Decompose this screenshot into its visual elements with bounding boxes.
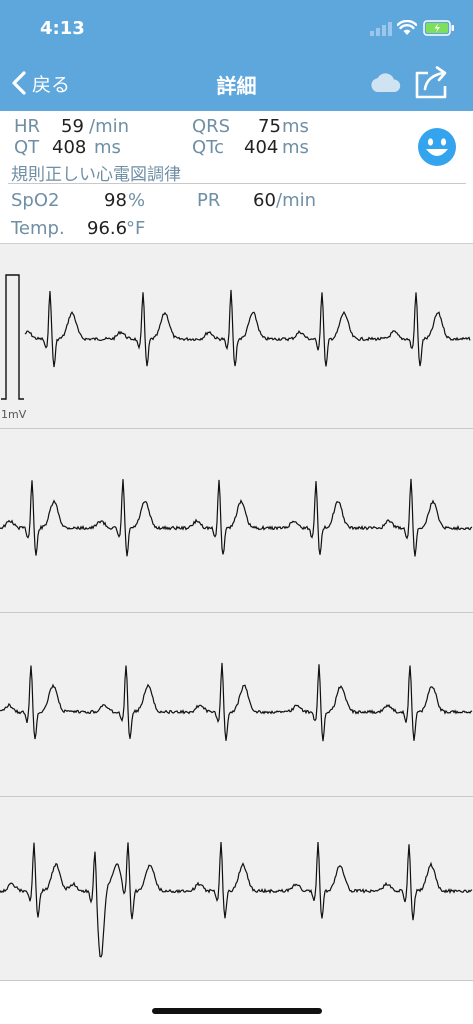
battery-icon (423, 20, 454, 36)
qrs-value: 75 (258, 116, 281, 137)
status-time: 4:13 (40, 18, 85, 39)
ecg-trace (0, 478, 473, 557)
calibration-pulse (1, 274, 24, 400)
home-indicator[interactable] (152, 1008, 322, 1014)
ecg-trace (1, 274, 471, 400)
wifi-icon (397, 20, 417, 35)
calibration-label: 1mV (1, 408, 27, 421)
cloud-icon[interactable] (369, 72, 403, 94)
ecg-trace (0, 841, 473, 958)
spo2-unit: % (128, 190, 146, 211)
hr-unit: /min (89, 116, 130, 137)
temp-unit: °F (126, 218, 146, 239)
pr-value: 60 (253, 190, 276, 211)
ecg-line (24, 289, 471, 368)
qtc-label: QTc (192, 137, 225, 158)
spo2-label: SpO2 (11, 190, 60, 211)
ecg-waveform-area[interactable]: 1mV (0, 243, 473, 981)
smiley-icon (418, 128, 456, 166)
pr-unit: /min (276, 190, 317, 211)
qrs-label: QRS (192, 116, 231, 137)
qtc-unit: ms (282, 137, 309, 158)
rhythm-text: 規則正しい心電図調律 (11, 165, 181, 185)
ecg-line (0, 478, 473, 557)
spo2-value: 98 (104, 190, 127, 211)
hr-label: HR (14, 116, 41, 137)
ecg-trace (0, 662, 473, 742)
hr-value: 59 (61, 116, 84, 137)
qtc-value: 404 (244, 137, 279, 158)
ecg-line (0, 841, 473, 958)
qt-unit: ms (94, 137, 121, 158)
temp-label: Temp. (11, 218, 65, 239)
vitals-panel: HR 59 /min QRS 75 ms QT 408 ms QTc 404 m… (0, 111, 473, 243)
ecg-strip (0, 796, 473, 981)
qt-value: 408 (52, 137, 87, 158)
ecg-line (0, 662, 473, 742)
header-bar: 4:13 戻る 詳細 (0, 0, 473, 111)
qrs-unit: ms (282, 116, 309, 137)
qt-label: QT (14, 137, 40, 158)
chevron-left-icon (12, 71, 26, 95)
temp-value: 96.6 (87, 218, 128, 239)
home-bar-area (0, 981, 473, 1024)
share-icon[interactable] (414, 64, 450, 100)
ecg-strip (0, 428, 473, 613)
pr-label: PR (197, 190, 221, 211)
vitals-divider (8, 183, 466, 184)
back-label: 戻る (32, 73, 71, 96)
back-button[interactable]: 戻る (10, 68, 70, 98)
signal-icon (370, 22, 392, 36)
ecg-strip: 1mV (0, 244, 473, 429)
ecg-strip (0, 612, 473, 797)
